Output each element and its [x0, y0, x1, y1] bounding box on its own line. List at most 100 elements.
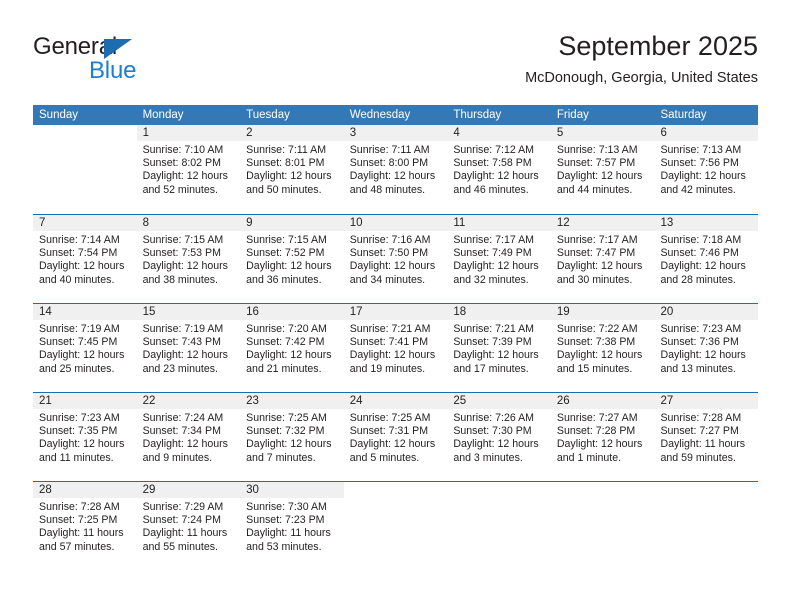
day-details: Sunrise: 7:19 AM Sunset: 7:43 PM Daylight:… — [137, 320, 241, 376]
day-cell[interactable]: 13 Sunrise: 7:18 AM Sunset: 7:46 PM Dayligh… — [654, 215, 759, 303]
daylight-text: Daylight: 12 hours and 52 minutes. — [142, 170, 228, 196]
day-cell[interactable]: 17 Sunrise: 7:21 AM Sunset: 7:41 PM Dayligh… — [343, 304, 448, 392]
day-cell[interactable]: 22 Sunrise: 7:24 AM Sunset: 7:34 PM Dayligh… — [136, 393, 241, 481]
sunset-text: Sunset: 7:38 PM — [556, 336, 636, 349]
daylight-text: Daylight: 12 hours and 36 minutes. — [246, 260, 332, 286]
sunrise-text: Sunrise: 7:28 AM — [39, 501, 120, 513]
day-cell[interactable]: 8 Sunrise: 7:15 AM Sunset: 7:53 PM Daylight… — [136, 215, 241, 303]
day-cell[interactable]: 21 Sunrise: 7:23 AM Sunset: 7:35 PM Dayligh… — [33, 393, 137, 481]
logo-text-blue: Blue — [89, 57, 137, 84]
weekday-header-monday: Monday — [142, 109, 184, 121]
day-cell[interactable]: 14 Sunrise: 7:19 AM Sunset: 7:45 PM Dayligh… — [33, 304, 137, 392]
sunrise-text: Sunrise: 7:15 AM — [142, 234, 224, 246]
calendar-week-row: 14 Sunrise: 7:19 AM Sunset: 7:45 PM Dayligh… — [33, 303, 759, 392]
sunset-text: Sunset: 7:36 PM — [660, 336, 739, 349]
day-cell[interactable]: 9 Sunrise: 7:15 AM Sunset: 7:52 PM Daylight… — [240, 215, 344, 303]
daylight-text: Daylight: 11 hours and 53 minutes. — [246, 527, 331, 553]
weekday-header-sunday: Sunday — [39, 109, 79, 121]
day-cell-empty — [33, 125, 137, 214]
daylight-text: Daylight: 12 hours and 9 minutes. — [142, 438, 228, 464]
day-number: 8 — [136, 215, 241, 231]
day-cell[interactable]: 16 Sunrise: 7:20 AM Sunset: 7:42 PM Dayligh… — [240, 304, 344, 392]
calendar-week-row: 7 Sunrise: 7:14 AM Sunset: 7:54 PM Daylight… — [33, 214, 759, 303]
day-cell[interactable]: 28 Sunrise: 7:28 AM Sunset: 7:25 PM Dayligh… — [33, 482, 137, 570]
day-cell[interactable]: 20 Sunrise: 7:23 AM Sunset: 7:36 PM Dayligh… — [654, 304, 759, 392]
day-cell[interactable]: 7 Sunrise: 7:14 AM Sunset: 7:54 PM Daylight… — [33, 215, 137, 303]
day-details: Sunrise: 7:22 AM Sunset: 7:38 PM Daylight:… — [551, 320, 655, 376]
day-cell[interactable]: 18 Sunrise: 7:21 AM Sunset: 7:39 PM Dayligh… — [447, 304, 551, 392]
sunset-text: Sunset: 7:30 PM — [453, 425, 532, 438]
day-number: 14 — [33, 304, 137, 320]
daylight-text: Daylight: 12 hours and 5 minutes. — [349, 438, 436, 464]
day-cell[interactable]: 4 Sunrise: 7:12 AM Sunset: 7:58 PM Daylight… — [447, 125, 551, 214]
sunrise-text: Sunrise: 7:17 AM — [453, 234, 534, 246]
sunrise-text: Sunrise: 7:29 AM — [142, 501, 224, 513]
day-details: Sunrise: 7:20 AM Sunset: 7:42 PM Daylight:… — [240, 320, 344, 376]
weekday-header-wednesday: Wednesday — [349, 109, 411, 121]
sunrise-text: Sunrise: 7:18 AM — [660, 234, 742, 246]
sunset-text: Sunset: 7:54 PM — [39, 247, 118, 260]
day-cell-empty — [343, 482, 448, 570]
day-cell[interactable]: 19 Sunrise: 7:22 AM Sunset: 7:38 PM Dayligh… — [550, 304, 655, 392]
day-cell[interactable]: 25 Sunrise: 7:26 AM Sunset: 7:30 PM Dayligh… — [447, 393, 551, 481]
daylight-text: Daylight: 12 hours and 17 minutes. — [453, 349, 539, 375]
day-cell[interactable]: 11 Sunrise: 7:17 AM Sunset: 7:49 PM Dayligh… — [447, 215, 551, 303]
sunrise-text: Sunrise: 7:12 AM — [453, 144, 534, 156]
sunset-text: Sunset: 7:24 PM — [142, 514, 221, 527]
day-details: Sunrise: 7:27 AM Sunset: 7:28 PM Daylight:… — [551, 409, 655, 465]
day-cell[interactable]: 6 Sunrise: 7:13 AM Sunset: 7:56 PM Daylight… — [654, 125, 759, 214]
page-subtitle: McDonough, Georgia, United States — [525, 70, 758, 86]
day-cell[interactable]: 27 Sunrise: 7:28 AM Sunset: 7:27 PM Dayligh… — [654, 393, 759, 481]
day-cell[interactable]: 1 Sunrise: 7:10 AM Sunset: 8:02 PM Daylight… — [136, 125, 241, 214]
day-details: Sunrise: 7:18 AM Sunset: 7:46 PM Daylight:… — [654, 231, 758, 287]
sunrise-text: Sunrise: 7:24 AM — [142, 412, 224, 424]
day-details: Sunrise: 7:29 AM Sunset: 7:24 PM Daylight:… — [137, 498, 241, 554]
day-number: 11 — [447, 215, 551, 231]
sunset-text: Sunset: 8:00 PM — [349, 157, 429, 170]
sunset-text: Sunset: 7:25 PM — [39, 514, 118, 527]
weekday-header-friday: Friday — [556, 109, 589, 121]
day-number — [447, 482, 551, 498]
sunrise-text: Sunrise: 7:23 AM — [660, 323, 742, 335]
sunrise-text: Sunrise: 7:21 AM — [453, 323, 534, 335]
sunrise-text: Sunrise: 7:28 AM — [660, 412, 742, 424]
page-header: General Blue September 2025 McDonough, G… — [33, 30, 758, 92]
weekday-header-row: Sunday Monday Tuesday Wednesday Thursday Frid… — [33, 105, 758, 125]
daylight-text: Daylight: 12 hours and 11 minutes. — [39, 438, 125, 464]
calendar-weeks: 1 Sunrise: 7:10 AM Sunset: 8:02 PM Daylight… — [33, 125, 759, 570]
day-number: 10 — [343, 215, 448, 231]
day-details: Sunrise: 7:23 AM Sunset: 7:35 PM Daylight:… — [33, 409, 137, 465]
day-number: 1 — [136, 125, 241, 141]
sunset-text: Sunset: 7:56 PM — [660, 157, 739, 170]
day-cell[interactable]: 30 Sunrise: 7:30 AM Sunset: 7:23 PM Dayligh… — [240, 482, 344, 570]
day-cell[interactable]: 26 Sunrise: 7:27 AM Sunset: 7:28 PM Dayligh… — [550, 393, 655, 481]
day-cell[interactable]: 23 Sunrise: 7:25 AM Sunset: 7:32 PM Dayligh… — [240, 393, 344, 481]
day-cell[interactable]: 3 Sunrise: 7:11 AM Sunset: 8:00 PM Daylight… — [343, 125, 448, 214]
sunrise-text: Sunrise: 7:14 AM — [39, 234, 120, 246]
sunset-text: Sunset: 7:34 PM — [142, 425, 221, 438]
day-cell[interactable]: 10 Sunrise: 7:16 AM Sunset: 7:50 PM Dayligh… — [343, 215, 448, 303]
daylight-text: Daylight: 11 hours and 59 minutes. — [660, 438, 746, 464]
sunrise-text: Sunrise: 7:22 AM — [556, 323, 638, 335]
day-cell[interactable]: 29 Sunrise: 7:29 AM Sunset: 7:24 PM Dayligh… — [136, 482, 241, 570]
day-number: 2 — [240, 125, 344, 141]
daylight-text: Daylight: 12 hours and 48 minutes. — [349, 170, 436, 196]
weekday-header-tuesday: Tuesday — [246, 109, 290, 121]
day-cell-empty — [550, 482, 655, 570]
day-number: 26 — [550, 393, 655, 409]
sunset-text: Sunset: 7:58 PM — [453, 157, 532, 170]
day-number: 9 — [240, 215, 344, 231]
day-details: Sunrise: 7:15 AM Sunset: 7:52 PM Daylight:… — [240, 231, 344, 287]
day-cell[interactable]: 24 Sunrise: 7:25 AM Sunset: 7:31 PM Dayligh… — [343, 393, 448, 481]
day-details: Sunrise: 7:24 AM Sunset: 7:34 PM Daylight:… — [137, 409, 241, 465]
day-cell[interactable]: 12 Sunrise: 7:17 AM Sunset: 7:47 PM Dayligh… — [550, 215, 655, 303]
sunrise-text: Sunrise: 7:16 AM — [349, 234, 431, 246]
day-details: Sunrise: 7:25 AM Sunset: 7:32 PM Daylight:… — [240, 409, 344, 465]
sunrise-text: Sunrise: 7:13 AM — [660, 144, 742, 156]
day-cell[interactable]: 5 Sunrise: 7:13 AM Sunset: 7:57 PM Daylight… — [550, 125, 655, 214]
day-cell[interactable]: 15 Sunrise: 7:19 AM Sunset: 7:43 PM Dayligh… — [136, 304, 241, 392]
day-cell[interactable]: 2 Sunrise: 7:11 AM Sunset: 8:01 PM Daylight… — [240, 125, 344, 214]
day-number: 5 — [550, 125, 655, 141]
sunset-text: Sunset: 7:46 PM — [660, 247, 739, 260]
day-number: 17 — [343, 304, 448, 320]
